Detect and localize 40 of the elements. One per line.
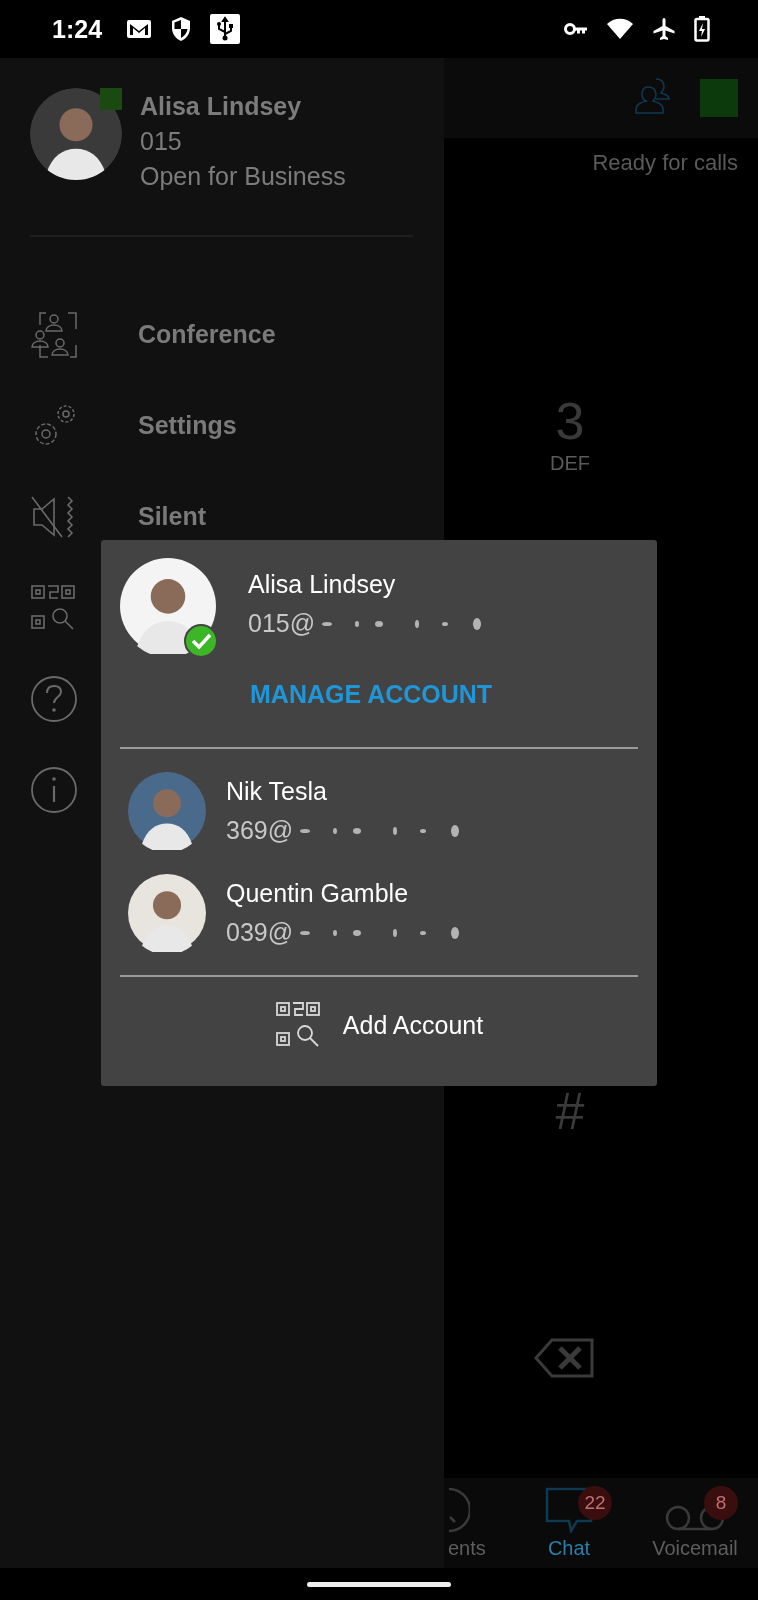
qr-search-icon — [30, 583, 78, 632]
nav-tab[interactable]: ents — [444, 1478, 506, 1568]
circle-arc-icon — [448, 1487, 470, 1533]
user-name: Alisa Lindsey — [140, 92, 303, 121]
manage-account-link[interactable]: MANAGE ACCOUNT — [250, 680, 493, 709]
presence-status[interactable]: Open for Business — [140, 162, 346, 191]
menu-item[interactable]: Settings — [30, 380, 414, 471]
info-icon — [30, 765, 78, 814]
qr-search-icon[interactable] — [274, 1001, 323, 1049]
account-row[interactable]: Nik Tesla 369@ — [120, 771, 638, 851]
account-address: 039@ — [226, 918, 294, 947]
menu-item[interactable]: Silent — [30, 471, 414, 562]
help-icon — [30, 674, 78, 723]
status-text: Ready for calls — [592, 150, 738, 176]
nav-tab[interactable]: Chat 22 — [506, 1478, 632, 1568]
menu-item[interactable]: Conference — [30, 289, 414, 380]
account-address: 015@ — [248, 609, 316, 638]
account-name: Nik Tesla — [226, 777, 327, 806]
home-handle[interactable] — [307, 1581, 451, 1587]
presence-indicator — [700, 79, 738, 117]
count-badge: 8 — [704, 1486, 738, 1520]
account-address: 369@ — [226, 816, 294, 845]
add-account-button[interactable]: Add Account — [342, 1010, 484, 1040]
nav-tab[interactable]: Voicemail 8 — [632, 1478, 758, 1568]
key-letters: DEF — [550, 451, 590, 475]
usb-icon — [210, 14, 241, 44]
battery-icon — [694, 16, 710, 42]
airplane-icon — [652, 17, 676, 41]
conference-icon — [30, 310, 78, 359]
presence-indicator — [100, 88, 122, 110]
wifi-icon — [606, 18, 634, 40]
account-row[interactable]: Quentin Gamble 039@ — [120, 873, 638, 953]
count-badge: 22 — [578, 1486, 612, 1520]
key-icon — [564, 22, 588, 36]
mail-icon — [126, 19, 153, 39]
shield-icon — [170, 16, 193, 42]
account-name: Quentin Gamble — [226, 879, 409, 908]
clock-time: 1:24 — [52, 14, 103, 44]
account-name: Alisa Lindsey — [248, 570, 397, 599]
extension-number: 015 — [140, 127, 183, 156]
